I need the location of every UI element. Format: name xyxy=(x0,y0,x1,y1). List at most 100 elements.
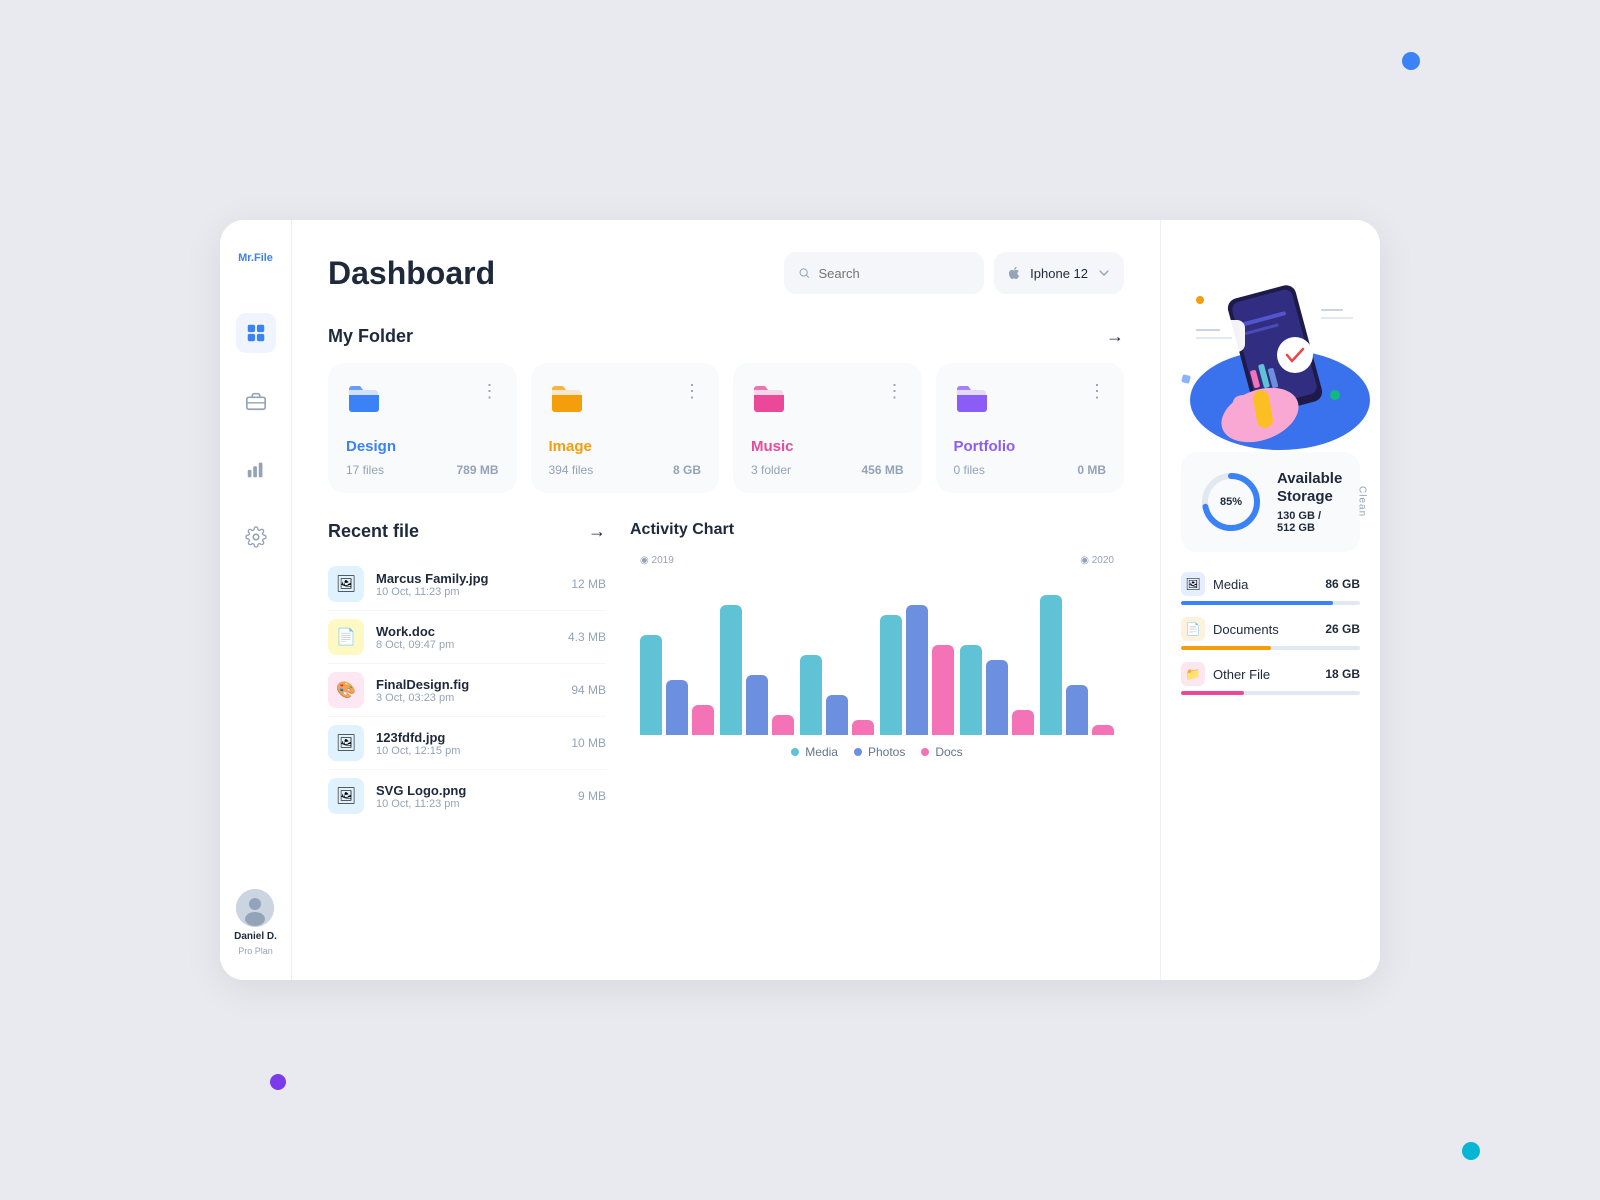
search-input[interactable] xyxy=(819,266,971,281)
storage-ring: 85% xyxy=(1199,470,1263,534)
folder-meta: 0 files 0 MB xyxy=(954,463,1107,477)
bar-media xyxy=(800,655,822,735)
folder-size: 789 MB xyxy=(456,463,498,477)
storage-numbers: 130 GB / 512 GB xyxy=(1277,510,1342,534)
right-panel: 85% Available Storage 130 GB / 512 GB Cl… xyxy=(1160,220,1380,980)
bar-photos xyxy=(666,680,688,735)
folder-meta: 3 folder 456 MB xyxy=(751,463,904,477)
storage-item-icon: 🖼 xyxy=(1181,572,1205,596)
bar-docs xyxy=(1092,725,1114,735)
storage-item-other-file: 📁 Other File 18 GB xyxy=(1181,662,1360,695)
chart-bar-group xyxy=(640,635,714,735)
chart-bar-group xyxy=(720,605,794,735)
search-icon xyxy=(798,266,810,280)
recent-files-header: Recent file → xyxy=(328,521,606,542)
bar-photos xyxy=(1066,685,1088,735)
chart-year-labels: ◉ 2019 ◉ 2020 xyxy=(640,555,1114,566)
bg-decoration-dot-purple xyxy=(270,1074,286,1090)
chart-area: ◉ 2019 ◉ 2020 xyxy=(630,555,1124,735)
user-name: Daniel D. xyxy=(234,931,277,942)
file-name: 123fdfd.jpg xyxy=(376,730,559,745)
folder-icon xyxy=(751,381,787,424)
bar-media xyxy=(960,645,982,735)
folder-name: Music xyxy=(751,438,904,455)
folder-size: 8 GB xyxy=(673,463,701,477)
activity-chart-section: Activity Chart ◉ 2019 ◉ 2020 xyxy=(630,521,1124,822)
file-list-item[interactable]: 🖼 Marcus Family.jpg 10 Oct, 11:23 pm 12 … xyxy=(328,558,606,611)
bar-docs xyxy=(1012,710,1034,735)
file-name: Work.doc xyxy=(376,624,556,639)
folder-menu-icon[interactable]: ⋮ xyxy=(1088,381,1106,402)
folder-menu-icon[interactable]: ⋮ xyxy=(481,381,499,402)
folder-file-count: 17 files xyxy=(346,463,384,477)
folder-menu-icon[interactable]: ⋮ xyxy=(683,381,701,402)
device-name-label: Iphone 12 xyxy=(1030,266,1088,281)
file-list-item[interactable]: 🎨 FinalDesign.fig 3 Oct, 03:23 pm 94 MB xyxy=(328,664,606,717)
file-date: 10 Oct, 11:23 pm xyxy=(376,798,566,810)
legend-label: Photos xyxy=(868,745,905,759)
bar-docs xyxy=(772,715,794,735)
logo-accent: Mr. xyxy=(238,252,254,264)
chart-icon xyxy=(245,458,267,480)
chart-bars xyxy=(640,575,1114,735)
folder-card-music[interactable]: ⋮ Music 3 folder 456 MB xyxy=(733,363,922,493)
file-date: 8 Oct, 09:47 pm xyxy=(376,639,556,651)
folder-menu-icon[interactable]: ⋮ xyxy=(886,381,904,402)
recent-files-arrow[interactable]: → xyxy=(588,521,606,542)
storage-item-size: 18 GB xyxy=(1325,667,1360,681)
file-size: 12 MB xyxy=(571,577,606,591)
my-folder-arrow[interactable]: → xyxy=(1106,326,1124,347)
search-bar[interactable] xyxy=(784,252,984,294)
phone-illustration xyxy=(1160,240,1380,460)
logo-rest: File xyxy=(254,252,273,264)
header: Dashboard Iphone 12 xyxy=(328,252,1124,294)
folders-grid: ⋮ Design 17 files 789 MB ⋮ Image 394 fil… xyxy=(328,363,1124,493)
storage-item-size: 26 GB xyxy=(1325,622,1360,636)
storage-title: Available Storage xyxy=(1277,470,1342,506)
sidebar-item-settings[interactable] xyxy=(236,517,276,557)
chart-bar-group xyxy=(880,605,954,735)
storage-progress-bar xyxy=(1181,646,1360,650)
chevron-down-icon xyxy=(1096,265,1112,281)
file-name: Marcus Family.jpg xyxy=(376,571,559,586)
briefcase-icon xyxy=(245,390,267,412)
file-info: FinalDesign.fig 3 Oct, 03:23 pm xyxy=(376,677,559,704)
chart-legend-item: Photos xyxy=(854,745,905,759)
activity-chart-title: Activity Chart xyxy=(630,521,1124,539)
recent-files-title: Recent file xyxy=(328,521,419,542)
bar-photos xyxy=(746,675,768,735)
sidebar: Mr.File xyxy=(220,220,292,980)
folder-size: 456 MB xyxy=(861,463,903,477)
file-list-item[interactable]: 🖼 SVG Logo.png 10 Oct, 11:23 pm 9 MB xyxy=(328,770,606,822)
folder-file-count: 394 files xyxy=(549,463,594,477)
sidebar-item-dashboard[interactable] xyxy=(236,313,276,353)
storage-item-media: 🖼 Media 86 GB xyxy=(1181,572,1360,605)
file-type-icon: 🖼 xyxy=(328,725,364,761)
sidebar-user: Daniel D. Pro Plan xyxy=(234,889,277,956)
storage-separator: / xyxy=(1318,510,1321,522)
main-card: Mr.File xyxy=(220,220,1380,980)
file-list-item[interactable]: 🖼 123fdfd.jpg 10 Oct, 12:15 pm 10 MB xyxy=(328,717,606,770)
storage-progress-fill xyxy=(1181,601,1333,605)
sidebar-nav xyxy=(236,313,276,881)
sidebar-item-analytics[interactable] xyxy=(236,449,276,489)
my-folder-title: My Folder xyxy=(328,326,413,347)
page-title: Dashboard xyxy=(328,255,784,292)
file-list-item[interactable]: 📄 Work.doc 8 Oct, 09:47 pm 4.3 MB xyxy=(328,611,606,664)
phone-svg xyxy=(1160,240,1380,460)
device-selector[interactable]: Iphone 12 xyxy=(994,252,1124,294)
storage-info: Available Storage 130 GB / 512 GB xyxy=(1277,470,1342,534)
file-size: 10 MB xyxy=(571,736,606,750)
folder-card-image[interactable]: ⋮ Image 394 files 8 GB xyxy=(531,363,720,493)
chart-year-2019: ◉ 2019 xyxy=(640,555,674,566)
clean-badge[interactable]: Clean xyxy=(1356,486,1367,517)
sidebar-item-briefcase[interactable] xyxy=(236,381,276,421)
recent-files-section: Recent file → 🖼 Marcus Family.jpg 10 Oct… xyxy=(328,521,606,822)
folder-icon xyxy=(549,381,585,424)
storage-progress-fill xyxy=(1181,691,1244,695)
folder-card-portfolio[interactable]: ⋮ Portfolio 0 files 0 MB xyxy=(936,363,1125,493)
storage-item-header: 📄 Documents 26 GB xyxy=(1181,617,1360,641)
storage-progress-bar xyxy=(1181,691,1360,695)
folder-card-design[interactable]: ⋮ Design 17 files 789 MB xyxy=(328,363,517,493)
storage-items: 🖼 Media 86 GB 📄 Documents 26 GB 📁 Other … xyxy=(1181,572,1360,695)
